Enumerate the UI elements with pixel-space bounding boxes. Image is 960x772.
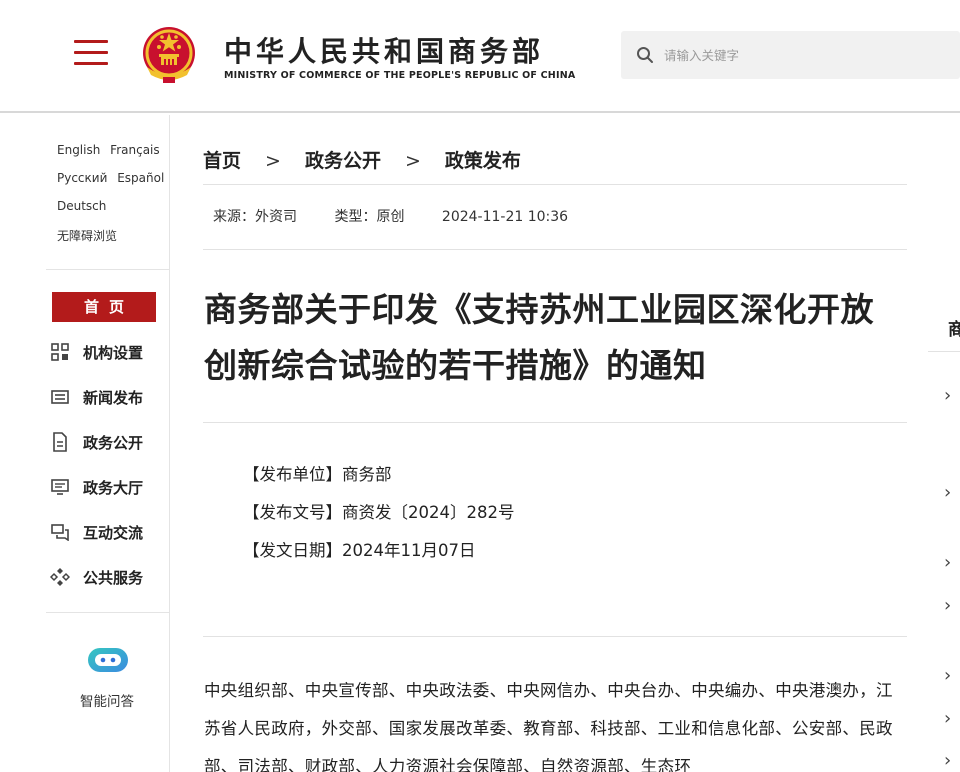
chevron-right-icon[interactable]: ›: [944, 750, 951, 771]
chevron-right-icon[interactable]: ›: [944, 708, 951, 729]
search-input[interactable]: [664, 41, 944, 69]
sidebar-divider: [46, 269, 170, 270]
robot-assistant-icon[interactable]: [86, 645, 130, 675]
site-title[interactable]: 中华人民共和国商务部: [224, 30, 544, 70]
lang-german-link[interactable]: Deutsch: [57, 199, 106, 213]
chat-icon: [50, 522, 70, 542]
right-column-heading: 商: [948, 320, 960, 340]
sidebar-item-label: 互动交流: [83, 523, 144, 542]
hall-monitor-icon: [50, 477, 70, 497]
search-icon[interactable]: [636, 46, 654, 64]
assistant-label[interactable]: 智能问答: [80, 690, 134, 710]
language-row: English Français: [57, 143, 166, 157]
article-meta: 来源：外资司 类型：原创 2024-11-21 10:36: [213, 206, 601, 226]
article-type: 类型：原创: [334, 209, 405, 225]
sidebar-home-button[interactable]: 首页: [52, 292, 156, 322]
sidebar-item-gov-affairs[interactable]: 政务公开: [50, 428, 143, 456]
divider: [203, 184, 907, 185]
left-sidebar: English Français Русский Español Deutsch…: [46, 115, 170, 772]
divider: [203, 249, 907, 250]
sidebar-item-interaction[interactable]: 互动交流: [50, 518, 143, 546]
sidebar-item-public-service[interactable]: 公共服务: [50, 563, 143, 591]
sidebar-item-organization[interactable]: 机构设置: [50, 338, 143, 366]
accessibility-link[interactable]: 无障碍浏览: [57, 227, 117, 244]
breadcrumb-home[interactable]: 首页: [203, 150, 241, 172]
article-body: 中央组织部、中央宣传部、中央政法委、中央网信办、中央台办、中央编办、中央港澳办，…: [204, 681, 893, 772]
sidebar-item-service-hall[interactable]: 政务大厅: [50, 473, 143, 501]
article-title: 商务部关于印发《支持苏州工业园区深化开放创新综合试验的若干措施》的通知: [204, 290, 874, 385]
divider: [928, 351, 960, 352]
document-icon: [50, 432, 70, 452]
sidebar-divider: [46, 612, 170, 613]
breadcrumb-policy-release[interactable]: 政策发布: [445, 150, 521, 172]
right-related-column: 商 › › › › › › ›: [928, 115, 960, 772]
chevron-right-icon[interactable]: ›: [944, 665, 951, 686]
chevron-right-icon[interactable]: ›: [944, 482, 951, 503]
lang-english-link[interactable]: English: [57, 143, 100, 157]
article-issuer: 【发布单位】商务部: [243, 465, 392, 484]
divider: [203, 636, 907, 637]
chevron-right-icon[interactable]: ›: [944, 385, 951, 406]
org-structure-icon: [50, 342, 70, 362]
lang-spanish-link[interactable]: Español: [117, 171, 164, 185]
lang-french-link[interactable]: Français: [110, 143, 159, 157]
article-datetime: 2024-11-21 10:36: [441, 209, 569, 225]
breadcrumb: 首页 > 政务公开 > 政策发布: [203, 146, 521, 173]
sidebar-item-label: 政务公开: [83, 433, 144, 452]
lang-russian-link[interactable]: Русский: [57, 171, 107, 185]
page: 中华人民共和国商务部 MINISTRY OF COMMERCE OF THE P…: [0, 0, 960, 772]
language-row: Deutsch: [57, 199, 112, 213]
service-icon: [50, 567, 70, 587]
breadcrumb-separator: >: [404, 150, 421, 172]
site-header: 中华人民共和国商务部 MINISTRY OF COMMERCE OF THE P…: [0, 0, 960, 113]
chevron-right-icon[interactable]: ›: [944, 595, 951, 616]
article-issue-date: 【发文日期】2024年11月07日: [243, 541, 476, 560]
national-emblem-icon: [143, 27, 195, 83]
sidebar-item-label: 政务大厅: [83, 478, 144, 497]
language-row: Русский Español: [57, 171, 170, 185]
sidebar-item-label: 公共服务: [83, 568, 144, 587]
article-source: 来源：外资司: [213, 209, 297, 225]
site-subtitle: MINISTRY OF COMMERCE OF THE PEOPLE'S REP…: [224, 70, 576, 81]
chevron-right-icon[interactable]: ›: [944, 552, 951, 573]
news-icon: [50, 387, 70, 407]
sidebar-item-label: 新闻发布: [83, 388, 144, 407]
sidebar-item-label: 机构设置: [83, 343, 144, 362]
breadcrumb-gov-affairs[interactable]: 政务公开: [305, 150, 381, 172]
breadcrumb-separator: >: [265, 150, 281, 172]
divider: [203, 422, 907, 423]
sidebar-item-news[interactable]: 新闻发布: [50, 383, 143, 411]
hamburger-menu-icon[interactable]: [74, 40, 108, 68]
article-doc-number: 【发布文号】商资发〔2024〕282号: [243, 503, 515, 522]
